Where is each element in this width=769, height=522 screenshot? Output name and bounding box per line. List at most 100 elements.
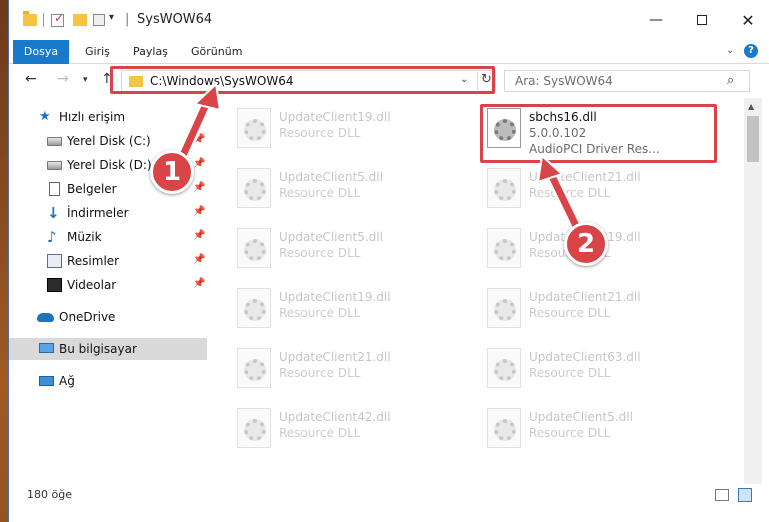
- sidebar-item-label: OneDrive: [59, 310, 116, 324]
- download-icon: ↓: [47, 204, 60, 222]
- pin-icon[interactable]: 📌: [193, 158, 205, 169]
- sidebar-item-label: Videolar: [67, 278, 117, 292]
- file-type: Resource DLL: [279, 306, 361, 320]
- gear-icon: [244, 299, 266, 321]
- pin-icon[interactable]: 📌: [193, 206, 205, 217]
- file-item[interactable]: UpdateClient63.dll Resource DLL: [483, 344, 723, 400]
- file-name: UpdateClient19.dll: [279, 110, 391, 124]
- music-icon: ♪: [47, 228, 57, 246]
- gear-icon: [494, 179, 516, 201]
- file-item[interactable]: UpdateClient5.dll Resource DLL: [233, 164, 473, 220]
- file-type: Resource DLL: [529, 426, 611, 440]
- pin-icon[interactable]: 📌: [193, 278, 205, 289]
- file-type: Resource DLL: [279, 246, 361, 260]
- sidebar-item-label: Müzik: [67, 230, 102, 244]
- network-icon: [39, 376, 54, 386]
- forward-arrow-icon[interactable]: →: [57, 71, 69, 87]
- pin-icon[interactable]: 📌: [193, 254, 205, 265]
- file-item[interactable]: UpdateClient5.dll Resource DLL: [233, 224, 473, 280]
- close-button[interactable]: ✕: [725, 0, 769, 40]
- dll-file-icon: [487, 168, 521, 208]
- cloud-icon: [37, 313, 54, 322]
- file-type: Resource DLL: [529, 306, 611, 320]
- gear-icon: [244, 179, 266, 201]
- sidebar-item-network[interactable]: Ağ: [9, 370, 207, 392]
- sidebar-item-pictures[interactable]: Resimler 📌: [9, 250, 207, 272]
- chevron-down-icon[interactable]: ▾: [109, 12, 114, 23]
- maximize-button[interactable]: [679, 0, 725, 40]
- file-highlight-box: [480, 104, 717, 163]
- tab-file[interactable]: Dosya: [13, 40, 69, 64]
- sidebar-item-local-disk-c[interactable]: Yerel Disk (C:) 📌: [9, 130, 207, 152]
- dll-file-icon: [487, 348, 521, 388]
- file-name: UpdateClient63.dll: [529, 350, 641, 364]
- picture-icon: [47, 254, 62, 268]
- document-icon: [49, 182, 60, 196]
- scroll-up-icon[interactable]: ▲: [748, 102, 754, 111]
- dll-file-icon: [487, 228, 521, 268]
- address-highlight-box: [110, 66, 495, 94]
- tab-share[interactable]: Paylaş: [123, 40, 178, 64]
- sidebar-item-downloads[interactable]: ↓ İndirmeler 📌: [9, 202, 207, 224]
- sidebar-item-label: İndirmeler: [67, 206, 129, 220]
- sidebar-item-label: Hızlı erişim: [59, 110, 126, 124]
- title-bar: ▾ | SysWOW64 — ✕: [9, 0, 769, 40]
- file-item[interactable]: UpdateClient21.dll Resource DLL: [483, 284, 723, 340]
- file-type: Resource DLL: [279, 126, 361, 140]
- status-bar: 180 öğe: [9, 484, 769, 506]
- file-item[interactable]: UpdateClient21.dll Resource DLL: [233, 344, 473, 400]
- help-icon[interactable]: ?: [744, 44, 758, 58]
- file-item[interactable]: UpdateClient21.dll Resource DLL: [483, 164, 723, 220]
- sidebar-item-label: Yerel Disk (C:): [67, 134, 151, 148]
- gear-icon: [494, 299, 516, 321]
- file-type: Resource DLL: [529, 186, 611, 200]
- file-name: UpdateClient21.dll: [529, 290, 641, 304]
- file-name: UpdateClient19.dll: [279, 290, 391, 304]
- recent-locations-icon[interactable]: ▾: [83, 75, 88, 85]
- sidebar-item-quick-access[interactable]: ★ Hızlı erişim: [9, 106, 207, 128]
- file-item[interactable]: UpdateClient19.dll Resource DLL: [233, 104, 473, 160]
- pin-icon[interactable]: 📌: [193, 230, 205, 241]
- tab-home[interactable]: Giriş: [75, 40, 120, 64]
- search-input[interactable]: Ara: SysWOW64 ⌕: [504, 70, 750, 92]
- ribbon-tabs: Dosya Giriş Paylaş Görünüm ⌄ ?: [9, 40, 769, 64]
- new-folder-icon[interactable]: [73, 14, 87, 26]
- file-item[interactable]: UpdateClient19.dll Resource DLL: [233, 284, 473, 340]
- star-icon: ★: [39, 109, 51, 124]
- sidebar-item-onedrive[interactable]: OneDrive: [9, 306, 207, 328]
- minimize-button[interactable]: —: [633, 0, 679, 40]
- details-view-icon[interactable]: [715, 489, 729, 501]
- gear-icon: [494, 359, 516, 381]
- sidebar-item-label: Resimler: [67, 254, 120, 268]
- item-count: 180 öğe: [27, 488, 72, 501]
- toolbar-divider: [43, 13, 44, 27]
- scrollbar-thumb[interactable]: [747, 116, 759, 162]
- vertical-scrollbar[interactable]: ▲: [744, 98, 762, 484]
- pin-icon[interactable]: 📌: [193, 134, 205, 145]
- pin-icon[interactable]: 📌: [193, 182, 205, 193]
- file-name: UpdateClient42.dll: [279, 410, 391, 424]
- sidebar-item-label: Ağ: [59, 374, 75, 388]
- gear-icon: [244, 119, 266, 141]
- file-item[interactable]: UpdateClient5.dll Resource DLL: [483, 404, 723, 460]
- sidebar-item-this-pc[interactable]: Bu bilgisayar: [9, 338, 207, 360]
- expand-ribbon-icon[interactable]: ⌄: [726, 45, 734, 56]
- dll-file-icon: [237, 288, 271, 328]
- sidebar-item-videos[interactable]: Videolar 📌: [9, 274, 207, 296]
- dll-file-icon: [487, 408, 521, 448]
- file-type: Resource DLL: [529, 366, 611, 380]
- tiles-view-icon[interactable]: [738, 488, 752, 502]
- search-icon[interactable]: ⌕: [727, 73, 734, 88]
- rename-icon[interactable]: [93, 14, 105, 26]
- back-arrow-icon[interactable]: ←: [25, 71, 37, 87]
- dll-file-icon: [237, 408, 271, 448]
- tab-view[interactable]: Görünüm: [181, 40, 252, 64]
- file-name: UpdateClient21.dll: [279, 350, 391, 364]
- sidebar-item-music[interactable]: ♪ Müzik 📌: [9, 226, 207, 248]
- dll-file-icon: [237, 348, 271, 388]
- file-name: UpdateClient5.dll: [529, 410, 633, 424]
- properties-check-icon[interactable]: [51, 11, 64, 27]
- file-type: Resource DLL: [279, 426, 361, 440]
- file-item[interactable]: UpdateClient42.dll Resource DLL: [233, 404, 473, 460]
- file-type: Resource DLL: [279, 186, 361, 200]
